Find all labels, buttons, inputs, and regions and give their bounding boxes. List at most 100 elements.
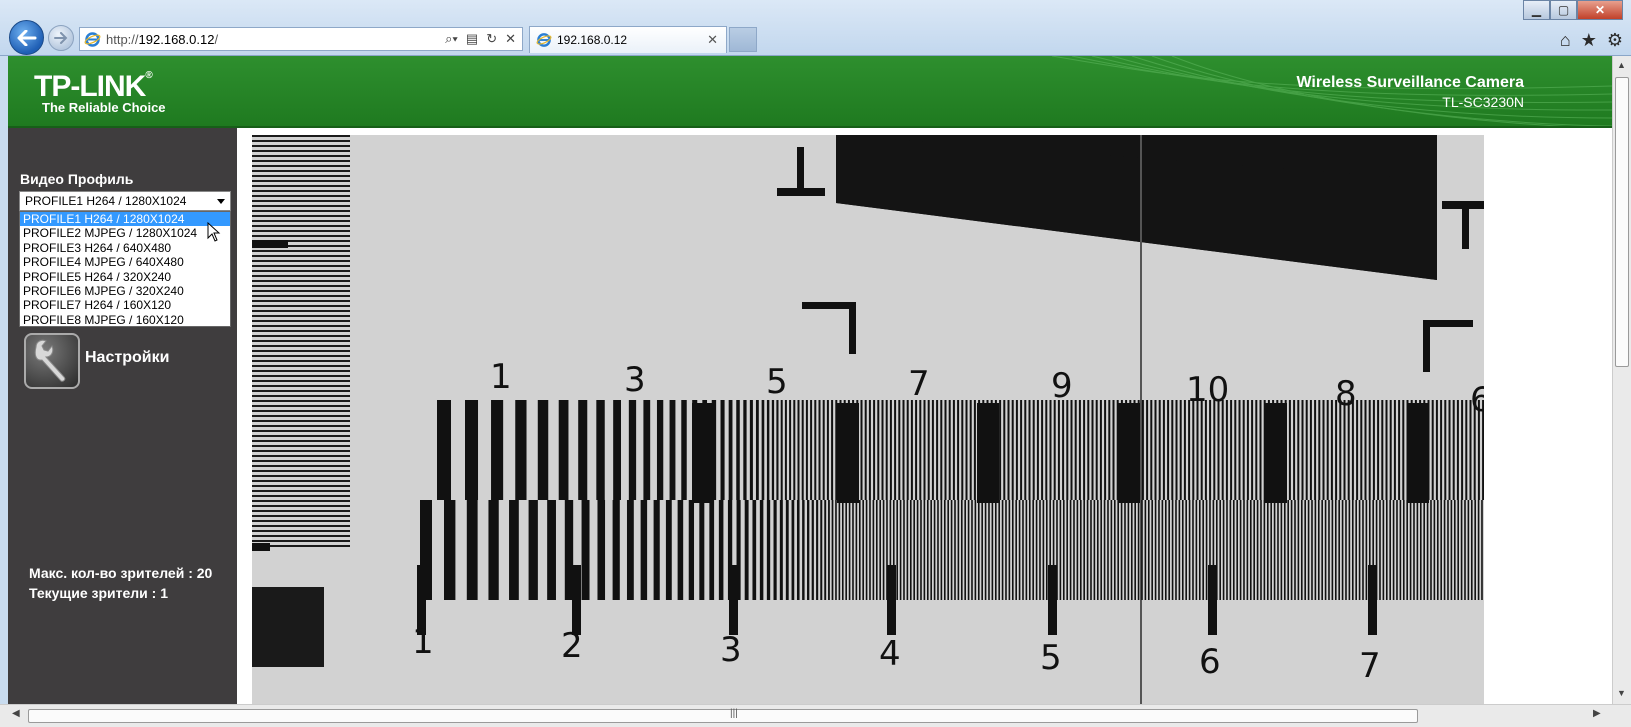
chart-stripe [1297, 400, 1300, 500]
chart-stripe [1444, 400, 1447, 500]
profile-option[interactable]: PROFILE1 H264 / 1280X1024 [20, 212, 230, 227]
chart-stripe [1127, 500, 1130, 600]
chart-stripe [816, 500, 819, 600]
chart-stripe [692, 403, 714, 503]
address-bar[interactable]: http://192.168.0.12/ ⌕▾ ▤ ↻ ✕ [79, 27, 523, 51]
chart-stripe [919, 400, 922, 500]
chart-stripe [1409, 500, 1412, 600]
chart-stripe [1372, 400, 1375, 500]
wrench-icon[interactable] [24, 333, 80, 389]
scroll-down-icon[interactable]: ▼ [1617, 688, 1626, 698]
search-icon[interactable]: ⌕▾ [445, 31, 458, 47]
chart-stripe [1175, 400, 1178, 500]
scroll-up-icon[interactable]: ▲ [1617, 60, 1626, 70]
chart-stripe [1185, 500, 1187, 600]
chart-stripe [969, 400, 972, 500]
chart-stripe [1253, 500, 1255, 600]
chart-stripe [749, 400, 753, 500]
horizontal-scroll-thumb[interactable] [28, 709, 1418, 723]
resolution-test-chart: 1 3 5 7 9 10 8 6 1 2 3 4 5 6 7 [252, 135, 1484, 704]
url-text: http://192.168.0.12/ [106, 31, 219, 47]
chart-stripe [252, 470, 350, 472]
chart-stripe [564, 500, 574, 600]
chart-stripe [1465, 400, 1468, 500]
chart-stripe [1280, 500, 1283, 600]
chart-stripe [943, 500, 946, 600]
chart-stripe [1167, 400, 1170, 500]
left-marker [252, 240, 288, 248]
settings-gear-icon[interactable]: ⚙ [1607, 30, 1623, 51]
settings-link[interactable]: Настройки [85, 349, 169, 367]
chart-stripe [801, 400, 804, 500]
back-button[interactable] [9, 20, 44, 55]
chart-stripe [828, 500, 830, 600]
vertical-scroll-thumb[interactable] [1615, 77, 1629, 367]
chart-stripe [923, 500, 926, 600]
scroll-right-icon[interactable]: ▶ [1593, 708, 1601, 719]
chart-stripe [1188, 400, 1191, 500]
scale-number: 3 [720, 630, 742, 670]
chart-stripe [1103, 500, 1106, 600]
chart-stripe [1242, 400, 1245, 500]
chart-stripe [1011, 500, 1014, 600]
chart-stripe [252, 345, 350, 347]
chart-stripe [1205, 500, 1208, 600]
chart-stripe [681, 400, 687, 500]
profile-option[interactable]: PROFILE3 H264 / 640X480 [20, 241, 230, 255]
chart-stripe [1200, 400, 1203, 500]
chart-stripe [766, 400, 770, 500]
profile-option[interactable]: PROFILE8 MJPEG / 160X120 [20, 313, 230, 327]
chart-stripe [858, 500, 861, 600]
chart-stripe [1100, 500, 1102, 600]
chart-stripe [923, 400, 926, 500]
chart-stripe [779, 500, 783, 600]
home-icon[interactable]: ⌂ [1560, 30, 1571, 51]
chart-stripe [1234, 400, 1237, 500]
chart-stripe [1074, 400, 1077, 500]
profile-option[interactable]: PROFILE7 H264 / 160X120 [20, 298, 230, 312]
chart-stripe [964, 500, 966, 600]
logo-tagline: The Reliable Choice [42, 100, 166, 115]
maximize-button[interactable]: ▢ [1550, 0, 1577, 20]
profile-option[interactable]: PROFILE6 MJPEG / 320X240 [20, 284, 230, 298]
chart-stripe [818, 400, 821, 500]
refresh-icon[interactable]: ↻ [486, 31, 497, 47]
profile-option[interactable]: PROFILE2 MJPEG / 1280X1024 [20, 226, 230, 240]
chart-stripe [1024, 400, 1027, 500]
chart-stripe [752, 500, 757, 600]
scroll-left-icon[interactable]: ◀ [12, 708, 20, 719]
profile-option[interactable]: PROFILE5 H264 / 320X240 [20, 270, 230, 284]
chart-stripe [252, 520, 350, 522]
chart-stripe [252, 400, 350, 402]
close-tab-icon[interactable]: ✕ [707, 32, 718, 48]
chart-stripe [1229, 500, 1232, 600]
close-window-button[interactable]: ✕ [1577, 0, 1623, 20]
chart-stripe [252, 145, 350, 147]
chart-stripe [889, 400, 892, 500]
video-profile-select[interactable]: PROFILE1 H264 / 1280X1024 [19, 191, 231, 211]
scale-number: 6 [1470, 380, 1484, 420]
chart-stripe [885, 400, 888, 500]
chart-stripe [1099, 400, 1102, 500]
chart-stripe [761, 400, 765, 500]
chart-stripe [252, 455, 350, 457]
chart-stripe [1334, 500, 1337, 600]
chart-stripe [1288, 400, 1291, 500]
browser-tab[interactable]: 192.168.0.12 ✕ [529, 26, 727, 53]
profile-option[interactable]: PROFILE4 MJPEG / 640X480 [20, 255, 230, 269]
horizontal-scrollbar[interactable]: ◀ ||| ▶ [0, 704, 1631, 727]
favorites-star-icon[interactable]: ★ [1581, 30, 1597, 51]
stop-icon[interactable]: ✕ [505, 31, 516, 47]
chart-stripe [1032, 400, 1035, 500]
new-tab-button[interactable] [729, 27, 757, 52]
forward-button[interactable] [48, 25, 74, 51]
chart-stripe [875, 500, 878, 600]
chart-stripe [1351, 400, 1354, 500]
vertical-scrollbar[interactable]: ▲ ▼ [1612, 56, 1631, 704]
compatibility-icon[interactable]: ▤ [466, 31, 478, 47]
chart-stripe [977, 403, 999, 503]
chart-stripe [1083, 500, 1085, 600]
minimize-button[interactable]: ▁ [1523, 0, 1550, 20]
chart-stripe [1015, 500, 1017, 600]
chart-stripe [1188, 500, 1191, 600]
